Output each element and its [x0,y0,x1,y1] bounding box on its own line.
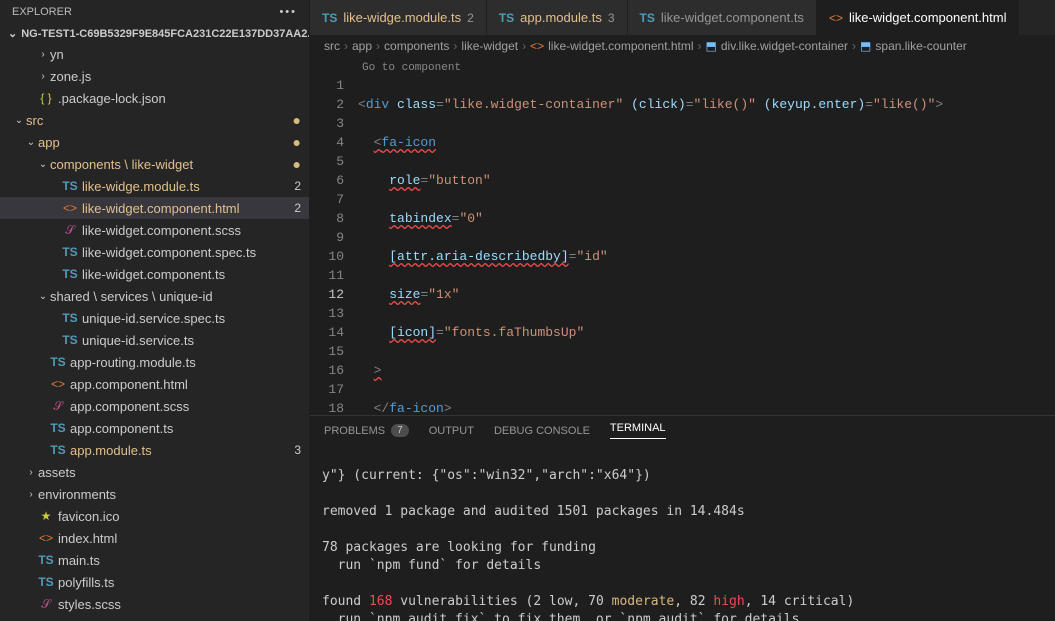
tree-folder[interactable]: ›assets [0,461,309,483]
chevron-right-icon: › [36,71,50,82]
ts-icon: TS [38,553,54,567]
ts-icon: TS [322,11,337,25]
editor-tabs: TSlike-widge.module.ts2 TSapp.module.ts3… [310,0,1055,35]
tree-folder-shared[interactable]: ⌄shared \ services \ unique-id [0,285,309,307]
tree-file[interactable]: 𝒮like-widget.component.scss [0,219,309,241]
modified-dot-icon: ● [293,112,301,128]
tab[interactable]: TSlike-widget.component.ts [628,0,817,35]
ts-icon: TS [38,575,54,589]
explorer-header: EXPLORER ••• [0,0,309,24]
explorer-sidebar: EXPLORER ••• ⌄ NG-TEST1-C69B5329F9E845FC… [0,0,310,621]
tab[interactable]: TSlike-widge.module.ts2 [310,0,487,35]
tree-file[interactable]: TSapp-routing.module.ts [0,351,309,373]
tab-active[interactable]: <>like-widget.component.html [817,0,1020,35]
code-content[interactable]: <div class="like.widget-container" (clic… [358,57,1055,415]
code-editor[interactable]: Go to component 1 2 3 4 5 6 7 8 9 10 11 … [310,57,1055,415]
line-gutter: 1 2 3 4 5 6 7 8 9 10 11 12 13 14 15 16 1… [310,57,358,415]
element-icon: ⬒ [860,39,871,53]
ts-icon: TS [50,443,66,457]
scss-icon: 𝒮 [38,597,54,612]
html-icon: <> [38,531,54,545]
chevron-right-icon: › [24,489,38,500]
ts-icon: TS [50,355,66,369]
tree-file[interactable]: 𝒮app.component.scss [0,395,309,417]
scss-icon: 𝒮 [62,223,78,238]
explorer-title: EXPLORER [12,6,72,18]
ts-icon: TS [62,179,78,193]
ts-icon: TS [62,245,78,259]
chevron-down-icon: ⌄ [36,291,50,302]
tree-file[interactable]: 𝒮styles.scss [0,593,309,615]
tree-file[interactable]: TSunique-id.service.spec.ts [0,307,309,329]
bottom-panel: PROBLEMS7 OUTPUT DEBUG CONSOLE TERMINAL … [310,415,1055,621]
tree-folder[interactable]: ›environments [0,483,309,505]
tree-file[interactable]: TSlike-widge.module.ts2 [0,175,309,197]
tree-file[interactable]: TSapp.module.ts3 [0,439,309,461]
tree-folder[interactable]: ›yn [0,43,309,65]
tree-file[interactable]: <>index.html [0,527,309,549]
element-icon: ⬒ [706,39,717,53]
chevron-right-icon: › [24,467,38,478]
ts-icon: TS [50,421,66,435]
tree-folder-components[interactable]: ⌄components \ like-widget● [0,153,309,175]
tab-problems[interactable]: PROBLEMS7 [324,422,409,439]
chevron-down-icon: ⌄ [12,115,26,126]
chevron-down-icon: ⌄ [24,137,38,148]
tree-file[interactable]: TSapp.component.ts [0,417,309,439]
tree-folder[interactable]: ›zone.js [0,65,309,87]
tab-output[interactable]: OUTPUT [429,422,474,439]
html-icon: <> [62,201,78,215]
ts-icon: TS [62,267,78,281]
tree-file[interactable]: { }.package-lock.json [0,87,309,109]
ts-icon: TS [62,311,78,325]
chevron-down-icon: ⌄ [36,159,50,170]
tree-file[interactable]: <>app.component.html [0,373,309,395]
tab[interactable]: TSapp.module.ts3 [487,0,628,35]
html-icon: <> [530,39,544,53]
panel-tabs: PROBLEMS7 OUTPUT DEBUG CONSOLE TERMINAL [310,416,1055,445]
html-icon: <> [50,377,66,391]
ts-icon: TS [499,11,514,25]
chevron-right-icon: › [36,49,50,60]
tree-file[interactable]: TSlike-widget.component.ts [0,263,309,285]
tab-terminal[interactable]: TERMINAL [610,422,666,439]
problems-count-badge: 7 [391,424,409,437]
breadcrumb[interactable]: src› app› components› like-widget› <> li… [310,35,1055,57]
tree-file[interactable]: TSunique-id.service.ts [0,329,309,351]
tab-debug-console[interactable]: DEBUG CONSOLE [494,422,590,439]
tree-file[interactable]: TSmain.ts [0,549,309,571]
tree-folder-app[interactable]: ⌄app● [0,131,309,153]
ts-icon: TS [640,11,655,25]
favicon-icon: ★ [38,509,54,523]
project-root[interactable]: ⌄ NG-TEST1-C69B5329F9E845FCA231C22E137DD… [0,24,309,43]
tree-file[interactable]: ★favicon.ico [0,505,309,527]
modified-dot-icon: ● [293,134,301,150]
tree-folder-src[interactable]: ⌄src● [0,109,309,131]
tree-file-active[interactable]: <>like-widget.component.html2 [0,197,309,219]
tree-file[interactable]: TSpolyfills.ts [0,571,309,593]
terminal-output[interactable]: y"} (current: {"os":"win32","arch":"x64"… [310,445,1055,621]
html-icon: <> [829,11,843,25]
modified-dot-icon: ● [293,156,301,172]
codelens-go-to-component[interactable]: Go to component [362,58,461,79]
ts-icon: TS [62,333,78,347]
main-area: TSlike-widge.module.ts2 TSapp.module.ts3… [310,0,1055,621]
project-label: NG-TEST1-C69B5329F9E845FCA231C22E137DD37… [21,28,309,40]
json-icon: { } [38,91,54,105]
tree-file[interactable]: TSlike-widget.component.spec.ts [0,241,309,263]
file-tree: ›yn ›zone.js { }.package-lock.json ⌄src●… [0,43,309,621]
scss-icon: 𝒮 [50,399,66,414]
chevron-down-icon: ⌄ [8,27,17,40]
more-icon[interactable]: ••• [279,6,297,18]
